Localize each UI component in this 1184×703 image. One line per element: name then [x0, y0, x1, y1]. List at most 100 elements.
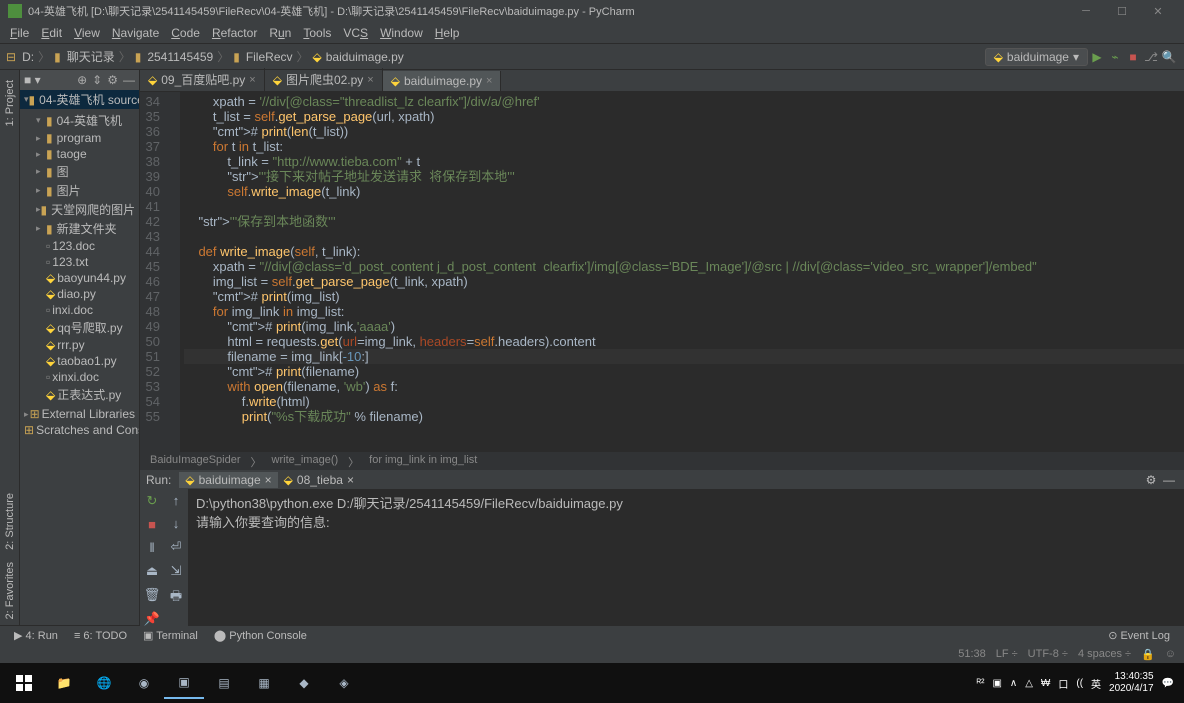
taskbar-app7[interactable]: ◆: [284, 667, 324, 699]
tree-item[interactable]: ▾▮04-英雄飞机: [20, 111, 139, 130]
scroll-icon[interactable]: ⇲: [171, 563, 182, 579]
menu-vcs[interactable]: VCS: [337, 26, 374, 40]
trash-icon[interactable]: 🗑: [144, 587, 161, 603]
tree-item[interactable]: ▫123.doc: [20, 238, 139, 254]
taskbar-edge[interactable]: 🌐: [84, 667, 124, 699]
crumb-method[interactable]: write_image(): [272, 454, 339, 468]
tree-item[interactable]: ⬙正表达式.py: [20, 385, 139, 404]
tree-item[interactable]: ▸⊞External Libraries: [20, 406, 139, 422]
tree-item[interactable]: ⬙qq号爬取.py: [20, 318, 139, 337]
tree-item[interactable]: ▸▮图: [20, 162, 139, 181]
pause-icon[interactable]: ‖: [149, 540, 154, 555]
menu-code[interactable]: Code: [165, 26, 206, 40]
gear-icon[interactable]: ⚙: [1142, 471, 1160, 489]
stop-button[interactable]: ■: [148, 517, 156, 532]
project-root[interactable]: ▾▮ 04-英雄飞机 sources: [20, 90, 139, 109]
breadcrumb-file[interactable]: baiduimage.py: [326, 50, 404, 64]
tree-item[interactable]: ⬙rrr.py: [20, 337, 139, 353]
run-config-selector[interactable]: ⬙ baiduimage ▾: [985, 48, 1088, 66]
up-icon[interactable]: ↑: [173, 493, 180, 508]
menu-run[interactable]: Run: [263, 26, 297, 40]
inspect-icon[interactable]: ☺: [1165, 648, 1176, 660]
tree-item[interactable]: ▸▮天堂网爬的图片: [20, 200, 139, 219]
taskbar-clock[interactable]: 13:40:352020/4/17: [1109, 671, 1154, 695]
caret-position[interactable]: 51:38: [958, 648, 986, 660]
notification-icon[interactable]: 💬: [1162, 678, 1174, 689]
crumb-class[interactable]: BaiduImageSpider: [150, 454, 241, 468]
run-tab[interactable]: ⬙08_tieba×: [278, 472, 360, 488]
breadcrumb-root[interactable]: D:: [22, 50, 34, 64]
close-icon[interactable]: ×: [486, 75, 492, 87]
project-dropdown[interactable]: ■ ▾: [24, 73, 41, 87]
down-icon[interactable]: ↓: [173, 516, 180, 531]
pin-icon[interactable]: 📌: [144, 611, 160, 627]
tree-item[interactable]: ⬙diao.py: [20, 286, 139, 302]
tree-item[interactable]: ▸▮taoge: [20, 146, 139, 162]
breadcrumb-part[interactable]: 2541145459: [147, 50, 213, 64]
taskbar-explorer[interactable]: 📁: [44, 667, 84, 699]
maximize-button[interactable]: ☐: [1104, 5, 1140, 18]
expand-icon[interactable]: ⇕: [92, 73, 102, 87]
menu-window[interactable]: Window: [374, 26, 429, 40]
print-icon[interactable]: 🖶: [170, 587, 182, 609]
hide-icon[interactable]: —: [123, 73, 135, 87]
tab-favorites[interactable]: 2: Favorites: [2, 556, 18, 625]
tree-item[interactable]: ▸▮图片: [20, 181, 139, 200]
btn-terminal[interactable]: ▣ Terminal: [135, 629, 206, 642]
tree-item[interactable]: ▸▮program: [20, 130, 139, 146]
wrap-icon[interactable]: ⏎: [171, 539, 182, 555]
tree-item[interactable]: ⬙taobao1.py: [20, 353, 139, 369]
tab-project[interactable]: 1: Project: [2, 74, 18, 132]
git-button[interactable]: ⎇: [1142, 48, 1160, 66]
btn-event-log[interactable]: ⊙ Event Log: [1100, 629, 1178, 642]
rerun-button[interactable]: ↻: [147, 493, 158, 509]
editor-tab[interactable]: ⬙09_百度贴吧.py×: [140, 68, 265, 91]
taskbar-chrome[interactable]: ◉: [124, 667, 164, 699]
taskbar-app6[interactable]: ▦: [244, 667, 284, 699]
taskbar-app8[interactable]: ◈: [324, 667, 364, 699]
taskbar-app5[interactable]: ▤: [204, 667, 244, 699]
menu-navigate[interactable]: Navigate: [106, 26, 165, 40]
gear-icon[interactable]: ⚙: [107, 73, 118, 87]
hide-icon[interactable]: —: [1160, 471, 1178, 489]
system-tray[interactable]: ᴿ²▣ ∧△ ₩口 (( 英 13:40:352020/4/17 💬: [971, 671, 1180, 695]
tree-item[interactable]: ▫xinxi.doc: [20, 369, 139, 385]
menu-help[interactable]: Help: [429, 26, 466, 40]
code-editor[interactable]: xpath = '//div[@class="threadlist_lz cle…: [180, 92, 1184, 452]
taskbar-pycharm[interactable]: ▣: [164, 667, 204, 699]
run-tab[interactable]: ⬙baiduimage×: [179, 472, 277, 488]
tree-item[interactable]: ⊞Scratches and Consol: [20, 422, 139, 438]
breadcrumb-part[interactable]: FileRecv: [246, 50, 293, 64]
tree-item[interactable]: ▫inxi.doc: [20, 302, 139, 318]
target-icon[interactable]: ⊕: [77, 73, 87, 87]
line-separator[interactable]: LF ÷: [996, 648, 1018, 660]
exit-icon[interactable]: ⏏: [146, 563, 158, 579]
btn-python-console[interactable]: ⬤ Python Console: [206, 629, 315, 642]
debug-button[interactable]: ⌁: [1106, 48, 1124, 66]
tree-item[interactable]: ⬙baoyun44.py: [20, 270, 139, 286]
tree-item[interactable]: ▫123.txt: [20, 254, 139, 270]
menu-refactor[interactable]: Refactor: [206, 26, 263, 40]
stop-button[interactable]: ■: [1124, 48, 1142, 66]
btn-run[interactable]: ▶ 4: Run: [6, 629, 66, 642]
run-button[interactable]: ▶: [1088, 48, 1106, 66]
menu-file[interactable]: File: [4, 26, 35, 40]
crumb-loop[interactable]: for img_link in img_list: [369, 454, 477, 468]
run-console[interactable]: D:\python38\python.exe D:/聊天记录/254114545…: [188, 489, 1184, 631]
menu-edit[interactable]: Edit: [35, 26, 68, 40]
tab-structure[interactable]: 2: Structure: [2, 487, 18, 556]
search-button[interactable]: 🔍: [1160, 48, 1178, 66]
menu-view[interactable]: View: [68, 26, 106, 40]
btn-todo[interactable]: ≡ 6: TODO: [66, 630, 135, 642]
editor-tab[interactable]: ⬙baiduimage.py×: [383, 71, 502, 91]
close-icon[interactable]: ×: [249, 74, 255, 86]
indent-info[interactable]: 4 spaces ÷: [1078, 648, 1131, 660]
close-icon[interactable]: ×: [367, 74, 373, 86]
lock-icon[interactable]: 🔒: [1141, 648, 1155, 661]
editor-tab[interactable]: ⬙图片爬虫02.py×: [265, 68, 383, 91]
close-button[interactable]: ✕: [1140, 5, 1176, 18]
file-encoding[interactable]: UTF-8 ÷: [1028, 648, 1068, 660]
breadcrumb-part[interactable]: 聊天记录: [67, 48, 115, 65]
menu-tools[interactable]: Tools: [297, 26, 337, 40]
tree-item[interactable]: ▸▮新建文件夹: [20, 219, 139, 238]
